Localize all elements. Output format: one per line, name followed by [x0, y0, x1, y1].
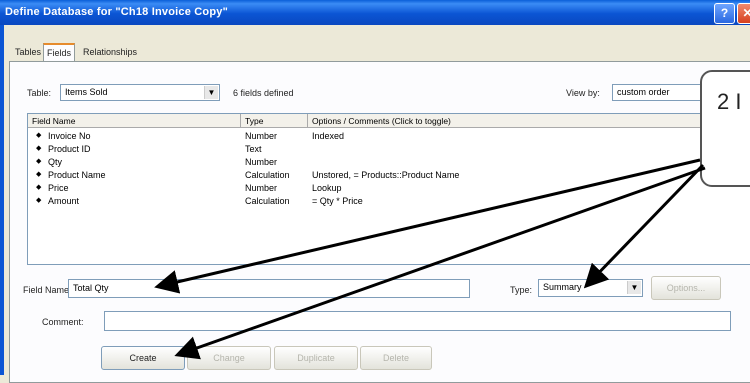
arrow-to-field-name	[154, 158, 701, 294]
arrow-to-create	[174, 166, 706, 360]
annotation-arrows	[154, 158, 706, 360]
